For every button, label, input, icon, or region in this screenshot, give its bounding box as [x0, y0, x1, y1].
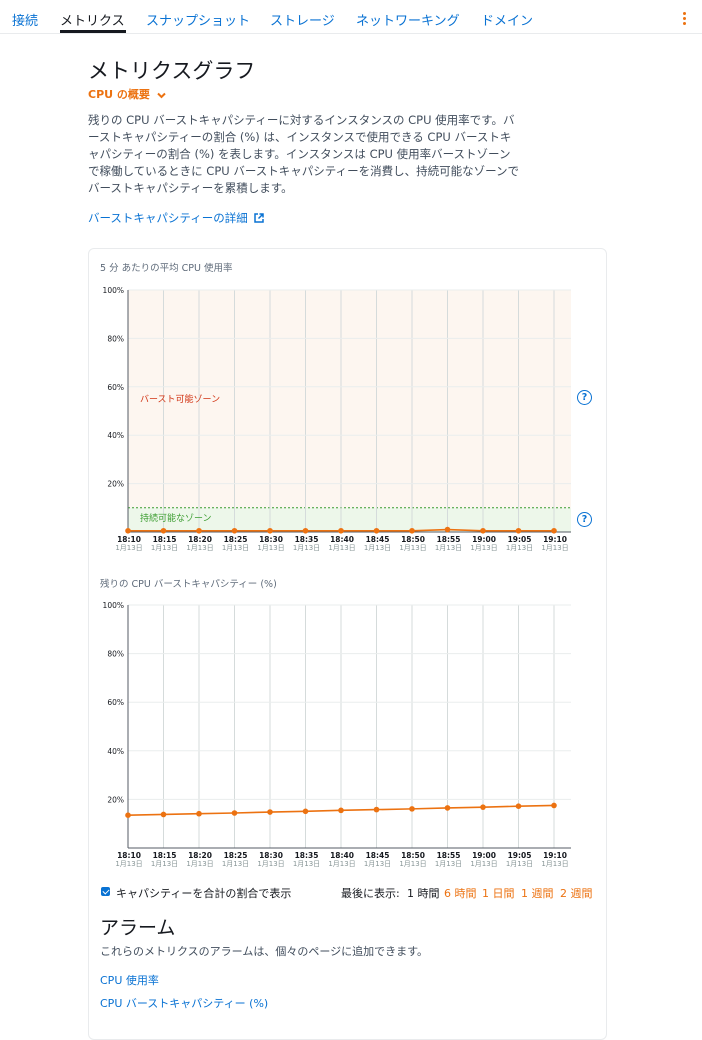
- dropdown-label: CPU の概要: [88, 88, 150, 101]
- sustainable-zone-help-icon[interactable]: ?: [577, 512, 592, 527]
- tab-networking[interactable]: ネットワーキング: [356, 10, 460, 29]
- burst-capacity-detail-link[interactable]: バーストキャパシティーの詳細: [88, 210, 265, 226]
- alarms-description: これらのメトリクスのアラームは、個々のページに追加できます。: [100, 945, 429, 958]
- range-1h[interactable]: 1 時間: [407, 885, 440, 901]
- metrics-description: 残りの CPU バーストキャパシティーに対するインスタンスの CPU 使用率です…: [88, 113, 520, 195]
- tab-storage[interactable]: ストレージ: [270, 10, 335, 29]
- tab-bar: 接続 メトリクス スナップショット ストレージ ネットワーキング ドメイン: [0, 0, 702, 34]
- range-6h[interactable]: 6 時間: [444, 885, 477, 901]
- range-2w[interactable]: 2 週間: [560, 885, 593, 901]
- page-title: メトリクスグラフ: [88, 59, 256, 83]
- alarms-title: アラーム: [100, 917, 176, 939]
- detail-link-label: バーストキャパシティーの詳細: [88, 211, 248, 225]
- cpu-usage-chart-title: 5 分 あたりの平均 CPU 使用率: [100, 263, 233, 274]
- chart-options: キャパシティーを合計の割合で表示 最後に表示: 1 時間 6 時間 1 日間 1…: [101, 885, 601, 901]
- tab-snapshots[interactable]: スナップショット: [146, 10, 250, 29]
- more-vertical-icon[interactable]: [683, 12, 687, 26]
- burst-capacity-chart-title: 残りの CPU バーストキャパシティー (%): [100, 579, 277, 590]
- alarm-link-cpu-usage[interactable]: CPU 使用率: [100, 972, 159, 988]
- show-percent-label: キャパシティーを合計の割合で表示: [116, 887, 292, 900]
- range-1w[interactable]: 1 週間: [521, 885, 554, 901]
- range-1d[interactable]: 1 日間: [482, 885, 515, 901]
- time-range-label: 最後に表示:: [341, 887, 400, 900]
- tab-domains[interactable]: ドメイン: [481, 10, 533, 29]
- show-percent-checkbox[interactable]: [101, 887, 110, 896]
- external-link-icon: [254, 213, 265, 223]
- chevron-down-icon: [157, 92, 166, 98]
- active-tab-indicator: [60, 30, 126, 33]
- tab-connect[interactable]: 接続: [12, 10, 38, 29]
- burst-zone-help-icon[interactable]: ?: [577, 390, 592, 405]
- alarm-link-burst-capacity[interactable]: CPU バーストキャパシティー (%): [100, 995, 268, 1011]
- metrics-view-dropdown[interactable]: CPU の概要: [88, 86, 166, 102]
- tab-metrics[interactable]: メトリクス: [60, 10, 125, 29]
